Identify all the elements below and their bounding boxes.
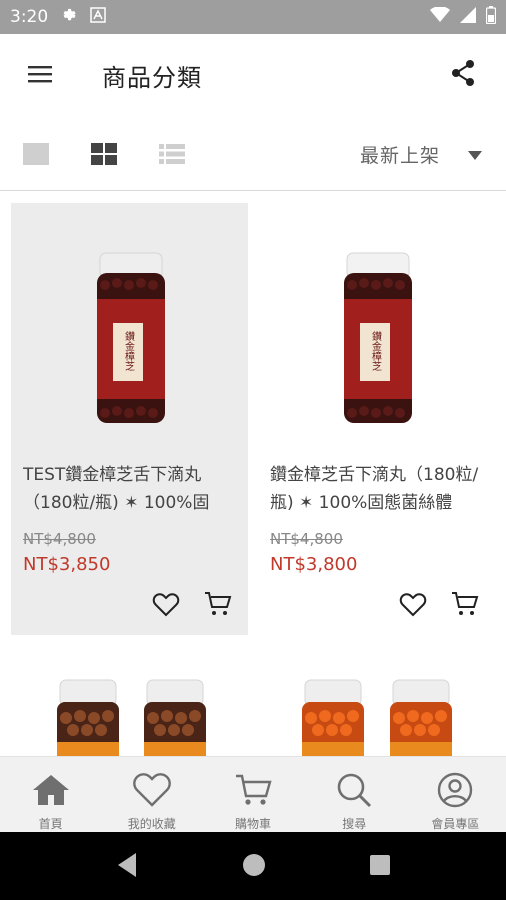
product-images-partial xyxy=(57,679,452,758)
nav-favorites[interactable]: 我的收藏 xyxy=(101,757,202,832)
home-button-icon[interactable] xyxy=(242,852,266,882)
sort-label: 最新上架 xyxy=(359,144,440,167)
product-old-price: NT$4,800 xyxy=(23,530,96,548)
signal-icon xyxy=(460,6,476,28)
add-to-cart-icon[interactable] xyxy=(451,591,479,619)
cart-icon xyxy=(233,771,273,809)
single-view-icon[interactable] xyxy=(20,138,52,170)
chevron-down-icon xyxy=(468,145,482,164)
divider xyxy=(0,190,506,191)
system-nav-bar xyxy=(0,832,506,900)
product-name: 鑽金樟芝舌下滴丸（180粒/瓶) ✶ 100%固態菌絲體 xyxy=(270,465,479,513)
product-card[interactable]: 鑽金樟芝 TEST鑽金樟芝舌下滴丸（180粒/瓶) ✶ 100%固態… NT$4… xyxy=(11,203,248,635)
product-image: 鑽金樟芝 xyxy=(11,223,248,423)
product-name: TEST鑽金樟芝舌下滴丸（180粒/瓶) ✶ 100%固態… xyxy=(23,465,210,513)
nav-label: 搜尋 xyxy=(342,817,367,831)
text-a-icon xyxy=(90,6,106,28)
app-bar: 商品分類 xyxy=(0,34,506,116)
product-price: NT$3,850 xyxy=(23,554,111,575)
add-to-cart-icon[interactable] xyxy=(204,591,232,619)
nav-label: 購物車 xyxy=(235,817,272,831)
share-icon[interactable] xyxy=(448,58,478,88)
product-row-partial xyxy=(0,668,506,758)
heart-icon[interactable] xyxy=(152,591,180,619)
nav-label: 會員專區 xyxy=(431,817,480,831)
view-toolbar: 最新上架 xyxy=(0,126,506,184)
grid-view-icon[interactable] xyxy=(88,138,120,170)
nav-cart[interactable]: 購物車 xyxy=(202,757,303,832)
bottle-label: 鑽金樟芝 xyxy=(369,330,381,372)
nav-member[interactable]: 會員專區 xyxy=(405,757,506,832)
heart-icon[interactable] xyxy=(399,591,427,619)
back-icon[interactable] xyxy=(116,852,138,882)
user-icon xyxy=(435,771,475,809)
menu-icon[interactable] xyxy=(26,60,54,88)
home-icon xyxy=(31,771,71,809)
nav-home[interactable]: 首頁 xyxy=(0,757,101,832)
wifi-icon xyxy=(430,5,450,28)
sort-dropdown[interactable]: 最新上架 xyxy=(360,138,482,170)
product-old-price: NT$4,800 xyxy=(270,530,343,548)
page-title: 商品分類 xyxy=(102,64,202,92)
heart-icon xyxy=(132,771,172,809)
nav-label: 我的收藏 xyxy=(127,817,176,831)
bottle-label: 鑽金樟芝 xyxy=(122,330,134,372)
nav-label: 首頁 xyxy=(38,817,63,831)
status-time: 3:20 xyxy=(10,7,49,27)
product-image: 鑽金樟芝 xyxy=(258,223,495,423)
bottom-nav: 首頁 我的收藏 購物車 搜尋 會員專區 xyxy=(0,756,506,832)
status-bar: 3:20 xyxy=(0,0,506,34)
product-price: NT$3,800 xyxy=(270,554,358,575)
nav-search[interactable]: 搜尋 xyxy=(304,757,405,832)
battery-icon xyxy=(485,5,497,29)
list-view-icon[interactable] xyxy=(156,138,188,170)
product-card[interactable]: 鑽金樟芝 鑽金樟芝舌下滴丸（180粒/瓶) ✶ 100%固態菌絲體 NT$4,8… xyxy=(258,203,495,635)
search-icon xyxy=(334,771,374,809)
recents-icon[interactable] xyxy=(369,852,391,882)
settings-icon xyxy=(60,6,78,29)
